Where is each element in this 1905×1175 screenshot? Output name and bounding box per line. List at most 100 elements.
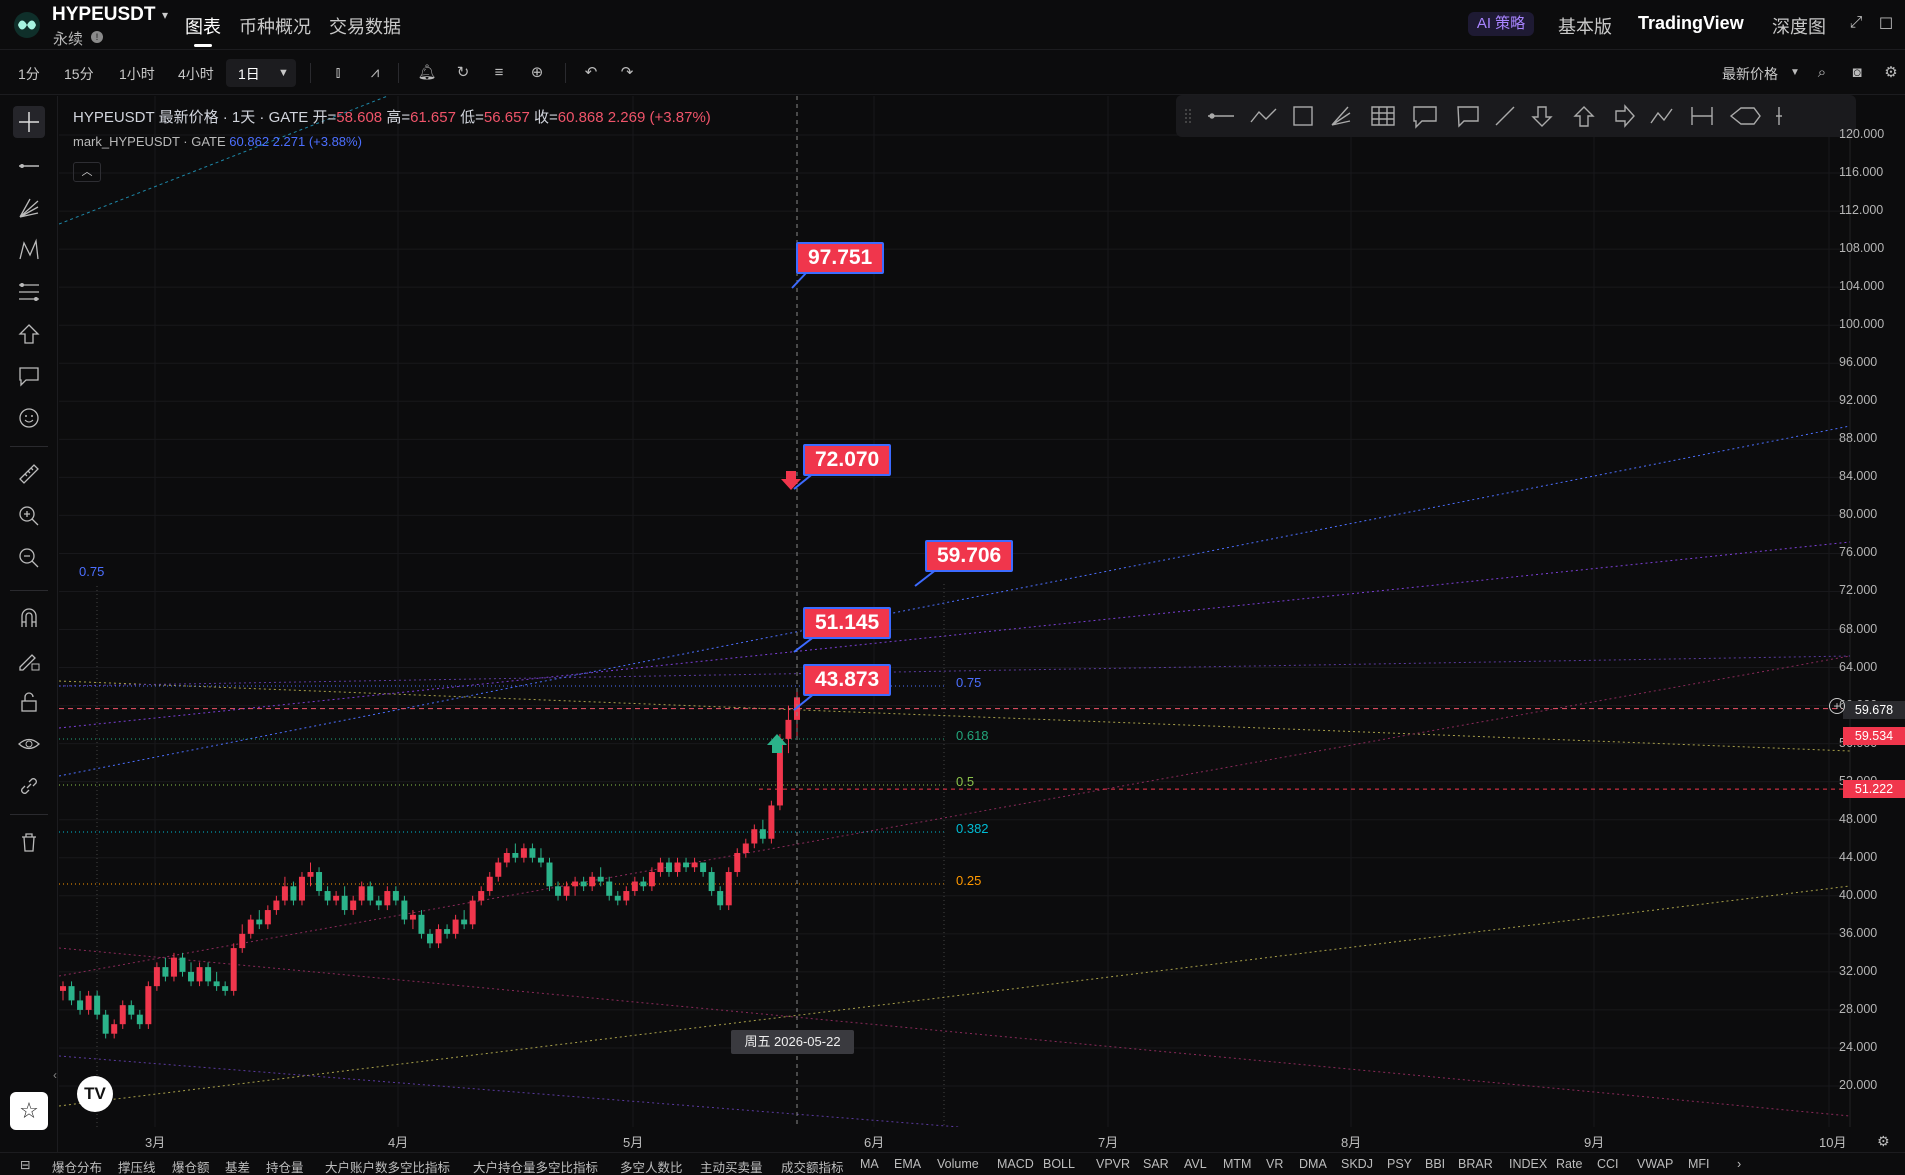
price-callout[interactable]: 97.751 [796, 242, 885, 274]
tab-trading-data[interactable]: 交易数据 [329, 13, 401, 39]
indicator-toggle[interactable]: BBI [1425, 1157, 1445, 1171]
alert-icon[interactable]: 🔔︎ [416, 62, 438, 84]
magnet-icon[interactable] [13, 602, 45, 634]
favorites-star-icon[interactable]: ☆ [10, 1092, 48, 1130]
indicator-toggle[interactable]: 持仓量 [266, 1157, 304, 1175]
crosshair-icon[interactable] [13, 106, 45, 138]
indicator-toggle[interactable]: INDEX [1509, 1157, 1547, 1171]
tab-basic[interactable]: 基本版 [1558, 13, 1612, 39]
indicator-toggle[interactable]: MFI [1688, 1157, 1710, 1171]
indicator-bar-icon[interactable]: ⊟ [20, 1157, 30, 1172]
settings-icon[interactable]: ⚙ [1880, 62, 1902, 84]
axis-settings-icon[interactable]: ⚙ [1877, 1133, 1890, 1150]
indicator-toggle[interactable]: 大户账户数多空比指标 [325, 1157, 450, 1175]
buy-marker-icon [767, 734, 787, 753]
indicator-toggle[interactable]: 大户持仓量多空比指标 [473, 1157, 598, 1175]
indicator-toggle[interactable]: EMA [894, 1157, 921, 1171]
indicator-toggle[interactable]: SAR [1143, 1157, 1169, 1171]
camera-icon[interactable]: ◙ [1846, 62, 1868, 84]
ai-strategy-button[interactable]: AI 策略 [1468, 12, 1534, 36]
price-type-select[interactable]: 最新价格 [1722, 64, 1778, 84]
indicator-toggle[interactable]: MACD [997, 1157, 1034, 1171]
indicator-toggle[interactable]: MTM [1223, 1157, 1251, 1171]
tab-coin-overview[interactable]: 币种概况 [239, 13, 311, 39]
candle-type-icon[interactable]: ⫾ [327, 62, 349, 84]
timeframe-1d[interactable]: 1日 [238, 64, 260, 84]
search-icon[interactable]: ⌕ [1811, 62, 1833, 84]
symbol-name[interactable]: HYPEUSDT [52, 4, 155, 26]
trash-icon[interactable] [13, 826, 45, 858]
add-indicator-icon[interactable]: ⊕ [526, 62, 548, 84]
tab-tradingview[interactable]: TradingView [1638, 13, 1744, 34]
indicator-toggle[interactable]: BOLL [1043, 1157, 1075, 1171]
price-axis-label: 48.000 [1839, 811, 1878, 826]
expand-icon[interactable]: ⤢ [1846, 14, 1866, 34]
gann-fan-icon[interactable] [13, 192, 45, 224]
undo-icon[interactable]: ↶ [580, 62, 602, 84]
pattern-icon[interactable] [13, 234, 45, 266]
indicator-toggle[interactable]: VWAP [1637, 1157, 1673, 1171]
timeframe-dropdown-icon[interactable]: ▼ [278, 67, 289, 79]
trend-line-icon[interactable] [13, 150, 45, 182]
replay-icon[interactable]: ↻ [452, 62, 474, 84]
scroll-right-icon[interactable]: › [1737, 1157, 1741, 1171]
indicator-toggle[interactable]: DMA [1299, 1157, 1327, 1171]
collapse-sidebar-icon[interactable]: ‹ [53, 1068, 57, 1082]
zoom-out-icon[interactable] [13, 542, 45, 574]
add-price-alert-icon[interactable]: + [1829, 698, 1845, 714]
indicator-toggle[interactable]: 成交额指标 [781, 1157, 844, 1175]
timeframe-1h[interactable]: 1小时 [119, 64, 155, 84]
redo-icon[interactable]: ↷ [616, 62, 638, 84]
indicator-toggle[interactable]: BRAR [1458, 1157, 1493, 1171]
candle-body [631, 881, 638, 892]
indicators-icon[interactable]: ⩘ [364, 62, 386, 84]
price-callout[interactable]: 59.706 [925, 540, 1014, 572]
indicator-toggle[interactable]: 基差 [225, 1157, 250, 1175]
draw-lock-pencil-icon[interactable] [13, 644, 45, 676]
indicator-toggle[interactable]: VR [1266, 1157, 1283, 1171]
indicator-toggle[interactable]: 撑压线 [118, 1157, 156, 1175]
candle-body [725, 872, 732, 906]
tab-depth[interactable]: 深度图 [1772, 13, 1826, 39]
timeframe-15m[interactable]: 15分 [64, 64, 94, 84]
price-axis-label: 76.000 [1839, 545, 1878, 560]
indicator-toggle[interactable]: Rate [1556, 1157, 1582, 1171]
candle-body [162, 967, 169, 977]
chart-canvas[interactable] [59, 96, 1905, 1127]
fullscreen-icon[interactable]: ☐ [1876, 14, 1896, 34]
candle-body [555, 886, 562, 896]
tab-chart[interactable]: 图表 [185, 13, 221, 39]
indicator-toggle[interactable]: 主动买卖量 [700, 1157, 763, 1175]
indicator-toggle[interactable]: MA [860, 1157, 879, 1171]
candle-body [341, 895, 348, 911]
zoom-in-icon[interactable] [13, 500, 45, 532]
indicator-toggle[interactable]: VPVR [1096, 1157, 1130, 1171]
annotation-icon[interactable] [13, 360, 45, 392]
templates-icon[interactable]: ≡ [488, 62, 510, 84]
indicator-toggle[interactable]: 爆仓额 [172, 1157, 210, 1175]
indicator-toggle[interactable]: SKDJ [1341, 1157, 1373, 1171]
indicator-toggle[interactable]: CCI [1597, 1157, 1619, 1171]
indicator-toggle[interactable]: Volume [937, 1157, 979, 1171]
timeframe-1m[interactable]: 1分 [18, 64, 40, 84]
indicator-toggle[interactable]: 爆仓分布 [52, 1157, 102, 1175]
price-type-dropdown-icon[interactable]: ▼ [1784, 62, 1806, 84]
fib-retracement-icon[interactable] [13, 276, 45, 308]
symbol-dropdown-icon[interactable]: ▾ [162, 8, 168, 22]
price-callout[interactable]: 43.873 [803, 664, 892, 696]
indicator-toggle[interactable]: PSY [1387, 1157, 1412, 1171]
price-callout[interactable]: 51.145 [803, 607, 892, 639]
collapse-legend-button[interactable]: ︿ [73, 162, 101, 182]
arrow-up-icon[interactable] [13, 318, 45, 350]
ruler-icon[interactable] [13, 458, 45, 490]
indicator-toggle[interactable]: 多空人数比 [620, 1157, 683, 1175]
lock-icon[interactable] [13, 686, 45, 718]
timeframe-4h[interactable]: 4小时 [178, 64, 214, 84]
price-callout[interactable]: 72.070 [803, 444, 892, 476]
price-chart[interactable]: HYPEUSDT 最新价格 · 1天 · GATE 开=58.608 高=61.… [59, 95, 1905, 1127]
indicator-toggle[interactable]: AVL [1184, 1157, 1207, 1171]
visibility-icon[interactable] [13, 728, 45, 760]
emoji-icon[interactable] [13, 402, 45, 434]
link-icon[interactable] [13, 770, 45, 802]
info-icon[interactable]: ! [91, 31, 103, 43]
